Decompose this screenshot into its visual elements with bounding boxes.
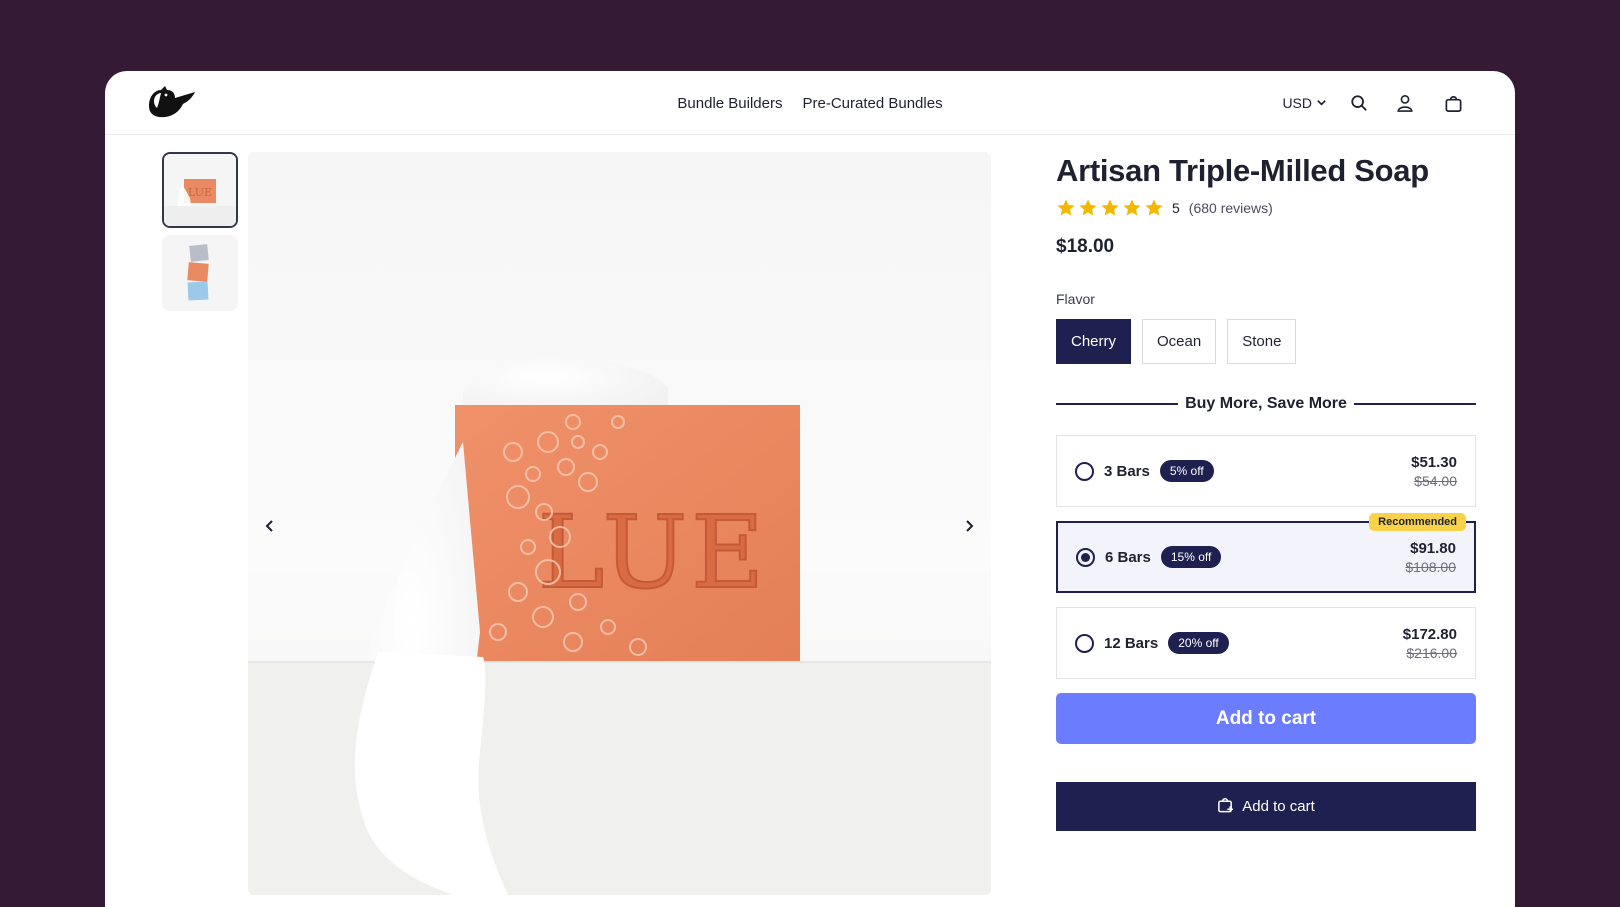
tier-price: $91.80 <box>1410 539 1456 557</box>
previous-image-button[interactable] <box>256 512 284 540</box>
product-image: LUE <box>248 152 991 895</box>
tier-price: $51.30 <box>1411 453 1457 471</box>
thumbnail-2[interactable] <box>162 235 238 311</box>
flavor-options: Cherry Ocean Stone <box>1056 319 1476 365</box>
search-icon[interactable] <box>1349 93 1369 113</box>
product-panel: Artisan Triple-Milled Soap 5 (680 review… <box>1056 152 1477 832</box>
star-icon <box>1101 199 1119 216</box>
account-icon[interactable] <box>1395 93 1415 113</box>
cart-icon[interactable] <box>1443 93 1463 113</box>
divider-line <box>1353 403 1477 406</box>
divider-line <box>1056 403 1179 406</box>
next-image-button[interactable] <box>955 512 983 540</box>
product-title: Artisan Triple-Milled Soap <box>1056 153 1429 188</box>
add-to-cart-secondary-button[interactable]: Add to cart <box>1056 782 1476 832</box>
flavor-label: Flavor <box>1056 291 1095 308</box>
tier-prices: $91.80 $108.00 <box>1405 540 1456 575</box>
bundle-heading: Buy More, Save More <box>1056 395 1477 413</box>
tier-label: 3 Bars <box>1104 462 1150 480</box>
flavor-option-ocean[interactable]: Ocean <box>1142 319 1217 365</box>
star-rating <box>1056 198 1164 218</box>
store-window: Bundle Builders Pre-Curated Bundles USD <box>105 71 1515 907</box>
tier-compare-price: $216.00 <box>1406 644 1457 661</box>
tier-price: $172.80 <box>1402 625 1457 643</box>
chevron-down-icon <box>1316 95 1327 111</box>
header-actions: USD <box>1282 71 1463 135</box>
svg-text:LUE: LUE <box>538 494 768 611</box>
radio-selected[interactable] <box>1076 547 1095 567</box>
bundle-tier-12-bars[interactable]: 12 Bars 20% off $172.80 $216.00 <box>1056 607 1476 680</box>
thumbnail-list: LUE <box>162 152 238 318</box>
add-to-cart-secondary-label: Add to cart <box>1242 798 1315 816</box>
rating-value: 5 <box>1172 200 1180 217</box>
tier-label: 12 Bars <box>1104 634 1159 652</box>
add-to-cart-button[interactable]: Add to cart <box>1056 693 1476 745</box>
currency-selector[interactable]: USD <box>1282 95 1327 111</box>
currency-label: USD <box>1282 95 1312 111</box>
flavor-option-cherry[interactable]: Cherry <box>1056 319 1132 365</box>
star-icon <box>1079 199 1097 216</box>
bundle-tier-6-bars[interactable]: Recommended 6 Bars 15% off $91.80 $108.0… <box>1056 513 1476 594</box>
tier-prices: $172.80 $216.00 <box>1403 626 1457 661</box>
bundle-tier-3-bars[interactable]: 3 Bars 5% off $51.30 $54.00 <box>1056 435 1476 508</box>
tier-compare-price: $108.00 <box>1405 558 1456 575</box>
recommended-badge: Recommended <box>1369 513 1466 532</box>
radio-unselected[interactable] <box>1075 633 1094 653</box>
star-icon <box>1145 199 1163 216</box>
discount-badge: 20% off <box>1168 632 1229 655</box>
tier-label: 6 Bars <box>1105 548 1151 566</box>
nav-bundle-builders[interactable]: Bundle Builders <box>677 95 782 112</box>
product-price: $18.00 <box>1056 236 1115 258</box>
thumbnail-1[interactable]: LUE <box>162 152 238 228</box>
discount-badge: 5% off <box>1159 460 1214 483</box>
bag-plus-icon <box>1217 796 1234 817</box>
star-icon <box>1123 199 1141 216</box>
bundle-heading-text: Buy More, Save More <box>1185 395 1347 413</box>
rating-row[interactable]: 5 (680 reviews) <box>1056 197 1476 219</box>
svg-text:LUE: LUE <box>188 186 212 199</box>
site-header: Bundle Builders Pre-Curated Bundles USD <box>105 71 1515 135</box>
review-count[interactable]: (680 reviews) <box>1189 200 1273 216</box>
tier-compare-price: $54.00 <box>1414 472 1457 489</box>
flavor-option-stone[interactable]: Stone <box>1227 319 1297 365</box>
tier-prices: $51.30 $54.00 <box>1411 454 1457 489</box>
radio-unselected[interactable] <box>1075 461 1094 481</box>
discount-badge: 15% off <box>1160 546 1222 569</box>
nav-pre-curated-bundles[interactable]: Pre-Curated Bundles <box>803 95 943 112</box>
star-icon <box>1057 199 1075 216</box>
